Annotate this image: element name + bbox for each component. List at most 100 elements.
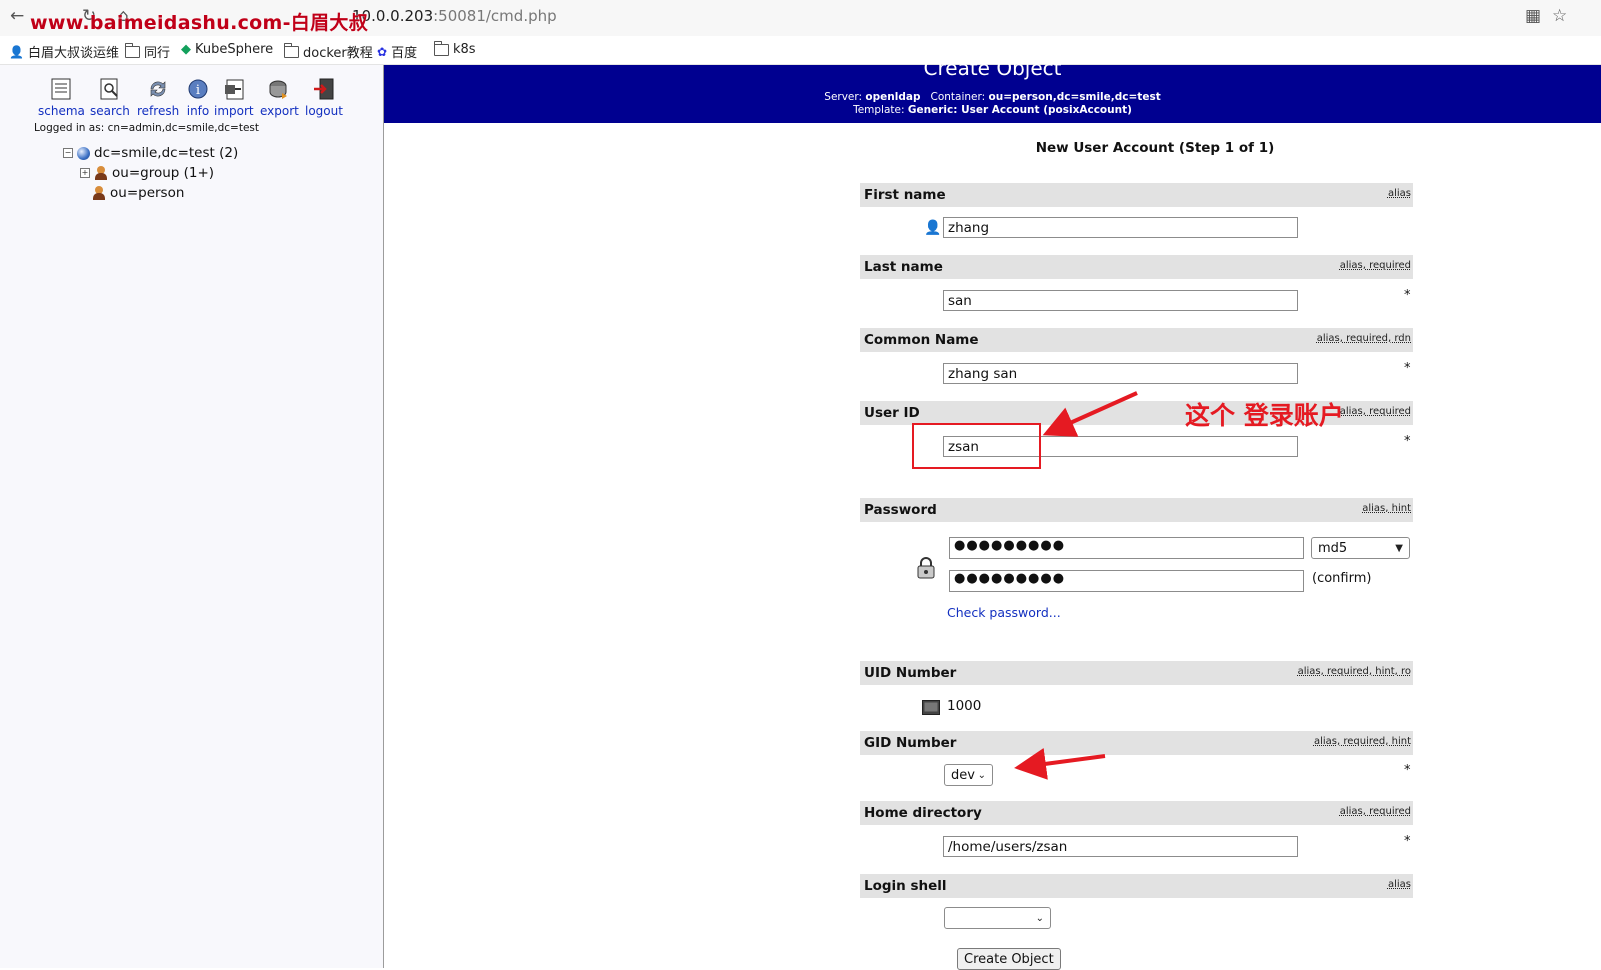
login-shell-select[interactable]: ⌄	[944, 907, 1051, 929]
attr-uid-number: UID Number alias, required, hint, ro	[860, 661, 1413, 685]
tool-label: logout	[305, 104, 343, 118]
tool-schema[interactable]: schema	[38, 77, 85, 118]
tool-refresh[interactable]: refresh	[137, 77, 179, 118]
attr-first-name: First name alias	[860, 183, 1413, 207]
last-name-input[interactable]	[943, 290, 1298, 311]
template-value: Generic: User Account (posixAccount)	[907, 104, 1132, 116]
attr-label: Last name	[864, 259, 943, 275]
bookmark-baimei[interactable]: 👤 白眉大叔谈运维	[9, 42, 119, 62]
bookmark-label: 白眉大叔谈运维	[27, 46, 119, 61]
hash-value: md5	[1318, 540, 1348, 556]
export-icon	[269, 80, 288, 99]
attr-last-name: Last name alias, required	[860, 255, 1413, 279]
attr-common-name: Common Name alias, required, rdn	[860, 328, 1413, 352]
attr-password: Password alias, hint	[860, 498, 1413, 522]
folder-icon	[434, 40, 449, 56]
logout-icon	[313, 78, 334, 100]
globe-icon	[77, 146, 90, 160]
required-mark: *	[1404, 361, 1411, 376]
bookmark-label: docker教程	[303, 46, 373, 61]
tool-info[interactable]: i info	[186, 77, 210, 118]
attr-flags[interactable]: alias, required, hint	[1314, 736, 1411, 747]
attr-flags[interactable]: alias, required	[1340, 806, 1411, 817]
tool-label: info	[186, 104, 210, 118]
tool-label: refresh	[137, 104, 180, 118]
attr-flags[interactable]: alias, required, hint, ro	[1298, 666, 1411, 677]
attr-label: First name	[864, 187, 946, 203]
required-mark: *	[1404, 834, 1411, 849]
tree-root-label[interactable]: dc=smile,dc=test (2)	[94, 145, 238, 161]
attr-flags[interactable]: alias, required, rdn	[1317, 333, 1411, 344]
tool-label: search	[90, 104, 130, 118]
bookmark-label: k8s	[453, 42, 476, 57]
tool-search[interactable]: search	[90, 77, 130, 118]
hash-select[interactable]: md5 ▼	[1311, 537, 1410, 559]
attr-label: Home directory	[864, 805, 982, 821]
bookmark-kubesphere[interactable]: ◆ KubeSphere	[181, 42, 273, 57]
folder-icon	[284, 42, 299, 58]
attr-label: Login shell	[864, 878, 947, 894]
page-header: Create Object Server: openldap Container…	[384, 56, 1601, 123]
form-heading: New User Account (Step 1 of 1)	[1035, 140, 1275, 156]
tree-item-label[interactable]: ou=group (1+)	[112, 165, 214, 181]
password-input[interactable]: ●●●●●●●●●	[949, 537, 1304, 559]
attr-label: GID Number	[864, 735, 957, 751]
tool-label: export	[260, 104, 299, 118]
kubesphere-icon: ◆	[181, 42, 191, 57]
server-container-line: Server: openldap Container: ou=person,dc…	[384, 91, 1601, 103]
back-icon[interactable]: ←	[10, 6, 24, 26]
logged-in-as: Logged in as: cn=admin,dc=smile,dc=test	[34, 122, 260, 134]
attr-flags[interactable]: alias	[1388, 879, 1411, 890]
tree-item-person[interactable]: ou=person	[92, 185, 184, 201]
required-mark: *	[1404, 763, 1411, 778]
tool-label: schema	[38, 104, 85, 118]
tree-item-group[interactable]: + ou=group (1+)	[80, 165, 214, 181]
qr-code-icon[interactable]: ▦	[1525, 6, 1541, 26]
address-bar[interactable]: 10.0.0.203:50081/cmd.php	[352, 7, 557, 25]
annotation-text: 这个 登录账户	[1185, 401, 1344, 430]
attr-flags[interactable]: alias	[1388, 188, 1411, 199]
refresh-icon	[150, 81, 166, 97]
server-label: Server:	[824, 91, 863, 103]
attr-flags[interactable]: alias, required	[1340, 406, 1411, 417]
tree-root[interactable]: − dc=smile,dc=test (2)	[63, 145, 238, 161]
tool-import[interactable]: import	[214, 77, 254, 118]
tree-frame: schema search refresh i info import expo…	[0, 65, 384, 968]
tool-export[interactable]: export	[260, 77, 299, 118]
expand-icon[interactable]: +	[80, 168, 90, 178]
highlight-box	[912, 423, 1041, 469]
check-password-link[interactable]: Check password...	[947, 605, 1061, 620]
tool-label: import	[214, 104, 254, 118]
gid-number-select[interactable]: dev ⌄	[944, 764, 993, 786]
required-mark: *	[1404, 434, 1411, 449]
attr-flags[interactable]: alias, hint	[1362, 503, 1411, 514]
create-object-button[interactable]: Create Object	[957, 948, 1061, 970]
required-mark: *	[1404, 288, 1411, 303]
home-directory-input[interactable]	[943, 836, 1298, 857]
gid-number-value: dev	[951, 767, 975, 783]
people-icon	[94, 166, 108, 180]
chevron-down-icon: ⌄	[977, 769, 986, 781]
attr-label: Common Name	[864, 332, 979, 348]
password-confirm-input[interactable]: ●●●●●●●●●	[949, 570, 1304, 592]
first-name-input[interactable]	[943, 217, 1298, 238]
bookmark-star-icon[interactable]: ☆	[1552, 6, 1567, 26]
watermark: www.baimeidashu.com-白眉大叔	[30, 12, 368, 34]
arrow-to-gid	[1014, 747, 1106, 780]
bookmark-tonghang[interactable]: 同行	[125, 42, 170, 61]
attr-flags[interactable]: alias, required	[1340, 260, 1411, 271]
terminal-icon	[922, 700, 940, 715]
tool-logout[interactable]: logout	[305, 77, 343, 118]
people-icon	[92, 186, 106, 200]
tree-item-label[interactable]: ou=person	[110, 185, 184, 201]
bookmark-docker[interactable]: docker教程	[284, 42, 373, 61]
attr-label: UID Number	[864, 665, 957, 681]
collapse-icon[interactable]: −	[63, 148, 73, 158]
attr-label: User ID	[864, 405, 920, 421]
common-name-input[interactable]	[943, 363, 1298, 384]
container-label: Container:	[930, 91, 986, 103]
browser-toolbar: ← ↻ ⌂ 10.0.0.203:50081/cmd.php ▦ ☆ www.b…	[0, 0, 1601, 36]
bookmark-k8s[interactable]: k8s	[434, 40, 476, 57]
attr-label: Password	[864, 502, 937, 518]
folder-icon	[125, 42, 140, 58]
